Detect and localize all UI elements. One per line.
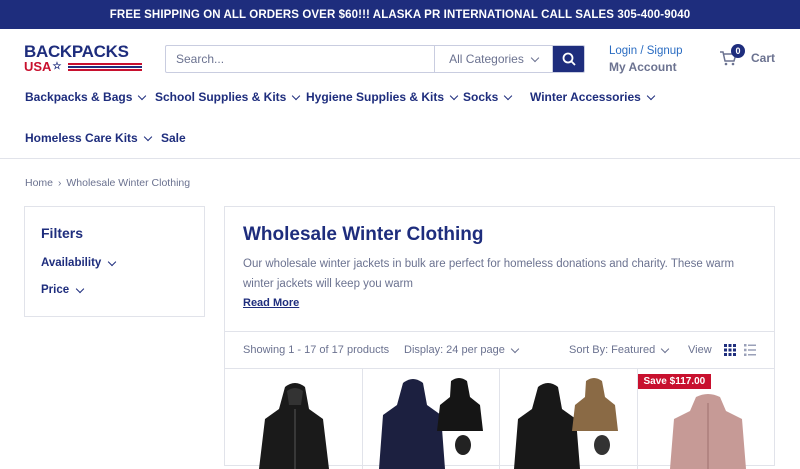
filter-label: Price [41,284,70,296]
view-label: View [688,344,712,356]
product-card[interactable] [500,369,638,469]
filter-label: Availability [41,257,102,269]
chevron-down-icon [530,53,540,62]
grid-view-button[interactable] [724,344,736,356]
filter-availability[interactable]: Availability [41,257,117,269]
category-select-label: All Categories [449,52,524,66]
nav-item-hygiene[interactable]: Hygiene Supplies & Kits [306,90,459,104]
chevron-down-icon [504,91,513,100]
cart-label: Cart [751,51,776,65]
nav-item-school-supplies[interactable]: School Supplies & Kits [155,90,301,104]
nav-item-label: Homeless Care Kits [25,131,138,145]
main-nav: Backpacks & Bags School Supplies & Kits … [0,89,800,159]
nav-item-winter-accessories[interactable]: Winter Accessories [530,90,656,104]
read-more-link[interactable]: Read More [243,297,299,309]
sort-select-label: Sort By: Featured [569,344,656,356]
my-account-link[interactable]: My Account [609,59,683,75]
product-image [378,378,483,469]
search-bar: Search... All Categories [165,45,585,73]
collection-description: Our wholesale winter jackets in bulk are… [243,258,735,290]
product-image [259,383,329,469]
chevron-down-icon [143,132,152,141]
nav-item-label: Hygiene Supplies & Kits [306,90,445,104]
product-image [514,378,618,469]
chevron-down-icon [138,91,147,100]
product-grid: Save $117.00 [225,369,774,469]
chevron-down-icon [510,344,520,353]
display-select[interactable]: Display: 24 per page [404,344,520,356]
logo-stripes [68,63,142,74]
nav-item-socks[interactable]: Socks [463,90,513,104]
nav-item-backpacks[interactable]: Backpacks & Bags [25,90,147,104]
sort-select[interactable]: Sort By: Featured [569,344,670,356]
breadcrumb-home[interactable]: Home [25,177,53,189]
chevron-down-icon [108,257,117,266]
logo-text-line1: BACKPACKS [24,42,129,61]
display-select-label: Display: 24 per page [404,344,505,356]
collection-panel: Wholesale Winter Clothing Our wholesale … [224,206,775,469]
filters-panel: Filters Availability Price [24,206,205,317]
star-icon: ☆ [52,61,62,72]
chevron-down-icon [292,91,301,100]
breadcrumb: Home › Wholesale Winter Clothing [25,177,190,189]
breadcrumb-current: Wholesale Winter Clothing [66,177,191,189]
category-select[interactable]: All Categories [435,46,553,72]
account-links: Login / Signup My Account [609,43,683,75]
site-logo[interactable]: BACKPACKS USA ☆ [24,43,142,75]
nav-item-sale[interactable]: Sale [161,131,186,145]
site-header: BACKPACKS USA ☆ Search... All Categories … [0,29,800,89]
nav-item-label: Socks [463,90,499,104]
chevron-down-icon [449,91,459,100]
product-card[interactable] [225,369,363,469]
chevron-right-icon: › [58,177,62,189]
cart-button[interactable]: 0 Cart [719,44,776,66]
search-button[interactable] [553,46,584,72]
filter-price[interactable]: Price [41,284,85,296]
announcement-bar: FREE SHIPPING ON ALL ORDERS OVER $60!!! … [0,0,800,29]
cart-count-badge: 0 [731,44,745,58]
list-view-button[interactable] [744,344,756,356]
sale-badge: Save $117.00 [637,374,712,389]
search-input[interactable]: Search... [166,46,435,72]
nav-item-label: School Supplies & Kits [155,90,287,104]
nav-item-label: Winter Accessories [530,90,641,104]
grid-view-icon [724,344,736,356]
chevron-down-icon [646,91,656,100]
chevron-down-icon [75,284,85,293]
product-card[interactable] [363,369,500,469]
nav-item-label: Backpacks & Bags [25,90,133,104]
logo-text-usa: USA [24,59,52,74]
login-signup-link[interactable]: Login / Signup [609,43,683,59]
product-card[interactable]: Save $117.00 [637,369,775,469]
collection-toolbar: Showing 1 - 17 of 17 products Display: 2… [225,331,774,369]
filters-title: Filters [41,225,84,241]
product-count: Showing 1 - 17 of 17 products [243,344,390,356]
nav-item-homeless-care[interactable]: Homeless Care Kits [25,131,152,145]
list-view-icon [744,344,756,356]
chevron-down-icon [660,344,670,353]
search-icon [562,52,576,66]
page-title: Wholesale Winter Clothing [243,224,484,245]
nav-item-label: Sale [161,131,186,145]
